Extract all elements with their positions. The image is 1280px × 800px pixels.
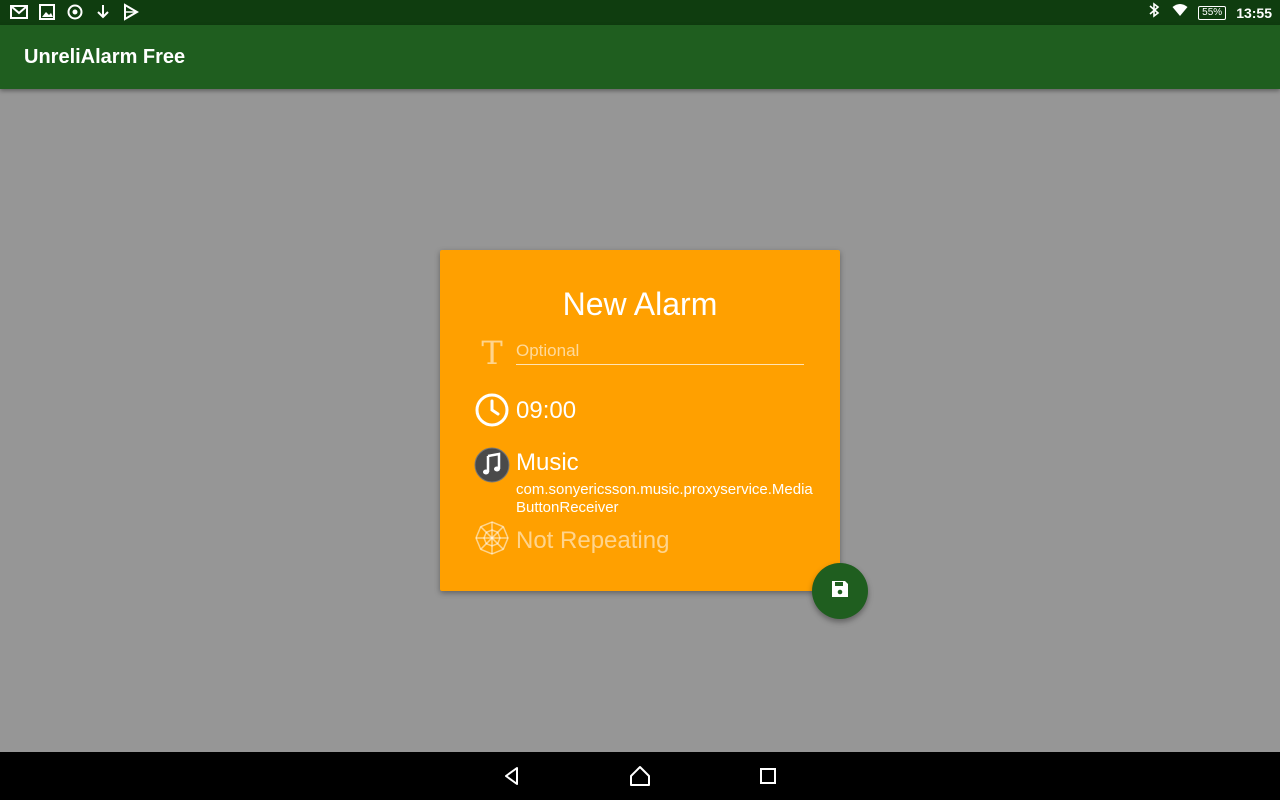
play-store-icon (122, 3, 140, 26)
svg-text:T: T (481, 334, 503, 370)
dialog-title: New Alarm (562, 286, 718, 322)
clock-icon (473, 391, 511, 429)
status-bar: 55% 13:55 (0, 0, 1280, 25)
system-icons: 55% 13:55 (1146, 2, 1272, 23)
save-icon (829, 578, 851, 605)
home-icon[interactable] (628, 764, 652, 788)
app-bar: UnreliAlarm Free (0, 25, 1280, 89)
shield-icon (66, 3, 84, 26)
alarm-time[interactable]: 09:00 (516, 397, 576, 425)
repeat-setting[interactable]: Not Repeating (516, 527, 669, 555)
navigation-bar (0, 752, 1280, 800)
back-icon[interactable] (500, 764, 524, 788)
bluetooth-icon (1146, 2, 1162, 23)
status-time: 13:55 (1236, 4, 1272, 21)
sound-subtitle: com.sonyericsson.music.proxyservice.Medi… (516, 481, 813, 516)
sound-title[interactable]: Music (516, 449, 579, 477)
new-alarm-dialog: New Alarm T 09:00 Music com.sonyericsson… (440, 250, 840, 591)
text-label-icon: T (473, 333, 511, 371)
download-icon (94, 3, 112, 26)
battery-icon: 55% (1198, 5, 1227, 20)
image-icon (38, 3, 56, 26)
repeat-icon (473, 519, 511, 557)
app-title: UnreliAlarm Free (24, 46, 186, 68)
music-icon (473, 446, 511, 484)
save-button[interactable] (812, 563, 868, 619)
gmail-icon (10, 3, 28, 26)
recents-icon[interactable] (756, 764, 780, 788)
notification-icons (10, 3, 140, 26)
alarm-label-field[interactable] (516, 339, 804, 365)
alarm-label-input[interactable] (516, 339, 804, 363)
wifi-icon (1172, 2, 1188, 23)
